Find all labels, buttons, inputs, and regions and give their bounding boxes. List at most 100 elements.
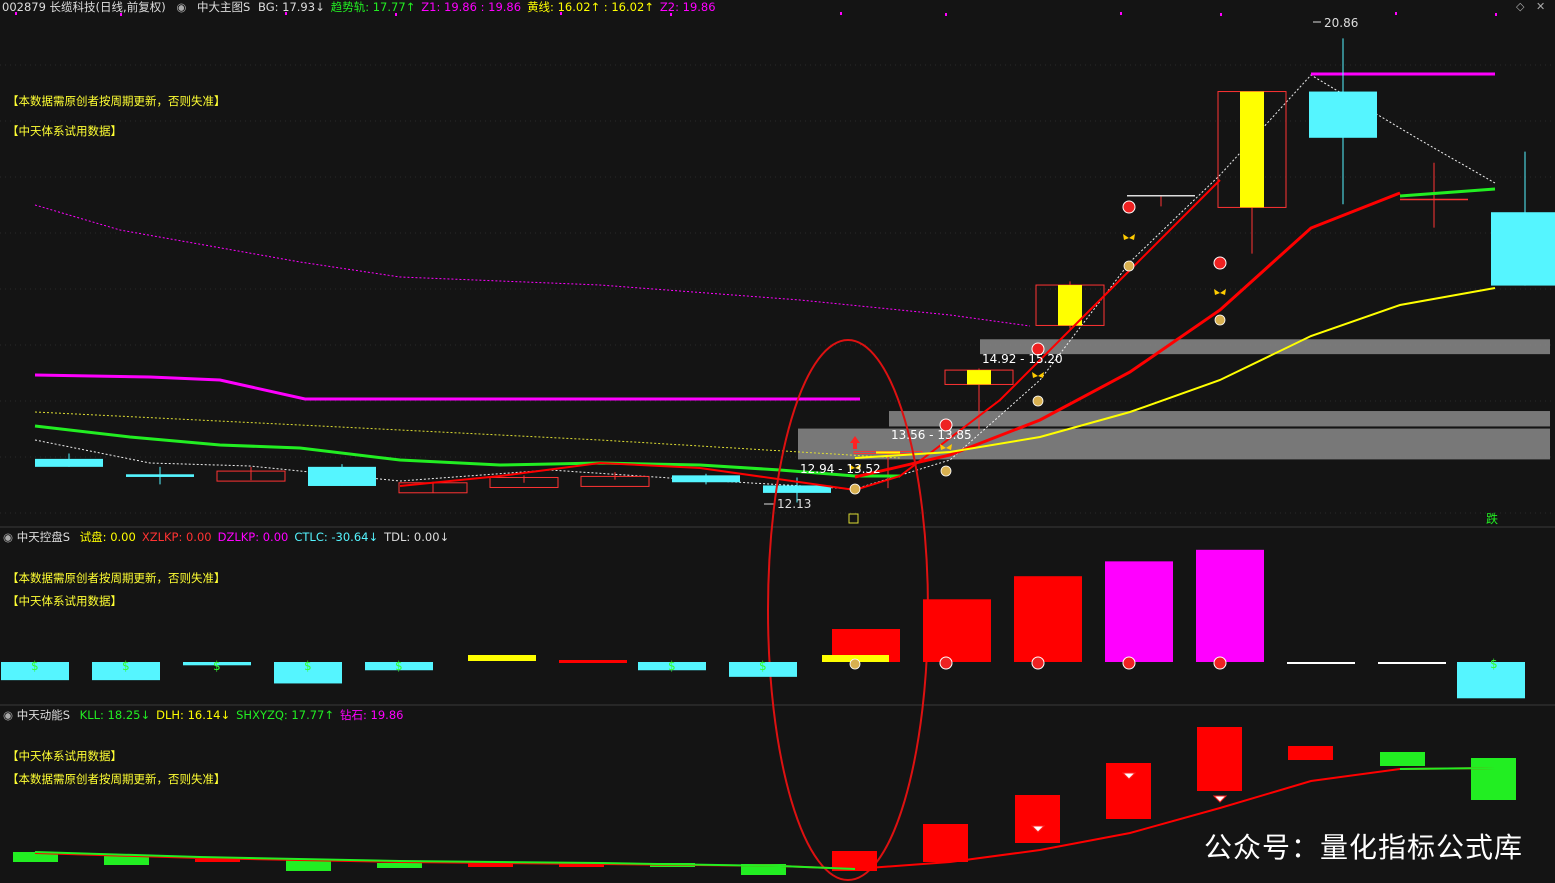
panel2-params: 试盘: 0.00 XZLKP: 0.00 DZLKP: 0.00 CTLC: -30.…: [80, 530, 455, 544]
top-marker: [1495, 13, 1497, 16]
panel3-params: KLL: 18.25↓ DLH: 16.14↓ SHXYZQ: 17.77↑ 钻石: …: [80, 708, 410, 722]
butterfly-icon: [1214, 289, 1226, 295]
red-ball-icon: [1031, 656, 1045, 670]
low-price-label: 12.13: [777, 497, 811, 511]
candle-body: [1309, 91, 1377, 138]
control-bar: [468, 655, 536, 661]
zone3-label: 12.94 - 13.52: [800, 462, 881, 476]
square-marker-icon: [848, 513, 859, 524]
high-price-label: 20.86: [1324, 16, 1358, 30]
dollar-icon: $: [668, 659, 676, 673]
panel2-note-1: 【本数据需原创者按周期更新，否则失准】: [7, 571, 226, 585]
momentum-bar: [923, 824, 968, 862]
panel2-collapse-icon[interactable]: ◉: [3, 530, 17, 544]
top-marker: [1220, 13, 1222, 16]
red-ball-icon: [1122, 200, 1136, 214]
control-bar: [1196, 549, 1264, 662]
param-value: TDL: 0.00↓: [384, 530, 450, 544]
control-bar: [559, 660, 627, 663]
panel3-title: 中天动能S: [16, 708, 71, 722]
collapse-icon[interactable]: ◉: [176, 0, 186, 14]
param-value: SHXYZQ: 17.77↑: [236, 708, 334, 722]
dollar-icon: $: [31, 659, 39, 673]
red-ball-icon: [1213, 256, 1227, 270]
money-bag-icon: [1032, 395, 1044, 407]
momentum-bar: [1380, 752, 1425, 766]
dollar-icon: $: [122, 659, 130, 673]
red-ball-icon: [1122, 656, 1136, 670]
momentum-green-line-right: [1399, 767, 1496, 770]
panel2-header: ◉ 中天控盘S 试盘: 0.00 XZLKP: 0.00 DZLKP: 0.00 CT…: [3, 529, 455, 545]
param-value: 钻石: 19.86: [340, 708, 404, 722]
dollar-icon: $: [395, 659, 403, 673]
control-bar: [1014, 576, 1082, 662]
dollar-icon: $: [759, 659, 767, 673]
panel3-header: ◉ 中天动能S KLL: 18.25↓ DLH: 16.14↓ SHXYZQ: 17…: [3, 707, 409, 723]
watermark: 公众号：量化指标公式库: [1204, 831, 1524, 864]
control-bar: [1105, 561, 1173, 662]
red-ball-icon: [1213, 656, 1227, 670]
z1-dotted-line: [34, 204, 1031, 327]
support-zone: [889, 411, 1550, 427]
candle-body: [126, 474, 194, 477]
momentum-bar: [1015, 795, 1060, 843]
param-value: 试盘: 0.00: [79, 530, 136, 544]
money-bag-icon: [940, 465, 952, 477]
top-marker: [945, 13, 947, 16]
main-indicator-header: 002879 长缆科技(日线,前复权) ◉ 中大主图S BG: 17.93↓ 趋势…: [2, 0, 729, 14]
close-icon[interactable]: ✕: [1536, 0, 1545, 13]
butterfly-icon: [1123, 234, 1135, 240]
control-bar: [1287, 662, 1355, 664]
chart-window: 20.86 12.13 14.92 - 15.20 13.56 - 13.85 12.9…: [0, 0, 1555, 883]
candle-core: [1058, 285, 1082, 326]
candle-core: [967, 370, 991, 385]
param-value: XZLKP: 0.00: [141, 530, 212, 544]
diamond-icon: [1212, 795, 1228, 803]
momentum-bar: [1106, 763, 1151, 819]
diamond-icon[interactable]: ◇: [1516, 0, 1524, 13]
candle-core: [876, 451, 900, 454]
main-note-1: 【本数据需原创者按周期更新，否则失准】: [7, 94, 226, 108]
top-marker: [840, 12, 842, 15]
candle-body: [672, 475, 740, 483]
panel2-note-2: 【中天体系试用数据】: [7, 594, 122, 608]
main-note-2: 【中天体系试用数据】: [7, 124, 122, 138]
param-value: DLH: 16.14↓: [156, 708, 231, 722]
param-value: DZLKP: 0.00: [217, 530, 289, 544]
candle-body: [35, 458, 103, 467]
top-marker: [1395, 12, 1397, 15]
money-bag-icon: [849, 658, 861, 670]
param-value: Z1: 19.86 : 19.86: [421, 0, 522, 14]
money-bag-icon: [849, 483, 861, 495]
dollar-icon: $: [213, 659, 221, 673]
panel3-note-1: 【中天体系试用数据】: [7, 749, 122, 763]
param-value: 黄线: 16.02↑ : 16.02↑: [527, 0, 654, 14]
param-value: KLL: 18.25↓: [79, 708, 151, 722]
red-ball-icon: [939, 656, 953, 670]
top-marker: [1120, 12, 1122, 15]
main-indicator-name: 中大主图S: [197, 0, 251, 14]
control-bar: [923, 599, 991, 662]
zone1-label: 14.92 - 15.20: [982, 352, 1063, 366]
white-dotted-line: [34, 74, 1496, 490]
money-bag-icon: [1214, 314, 1226, 326]
money-bag-icon: [1123, 260, 1135, 272]
param-value: BG: 17.93↓: [258, 0, 325, 14]
momentum-bar: [1197, 727, 1242, 791]
chart-canvas[interactable]: 20.86 12.13 14.92 - 15.20 13.56 - 13.85 12.9…: [0, 0, 1555, 883]
fall-mark-label: 跌: [1486, 511, 1498, 526]
main-params: BG: 17.93↓ 趋势轨: 17.77↑ Z1: 19.86 : 19.86 黄线…: [258, 0, 722, 14]
candle-core: [1240, 91, 1264, 208]
momentum-bar: [1288, 746, 1333, 760]
green-trend-line-right: [1399, 187, 1496, 198]
panel3-collapse-icon[interactable]: ◉: [3, 708, 17, 722]
panel2-title: 中天控盘S: [16, 530, 71, 544]
zone2-label: 13.56 - 13.85: [891, 428, 972, 442]
magenta-trend-line: [34, 373, 860, 401]
control-bar: [1378, 662, 1446, 664]
param-value: Z2: 19.86: [659, 0, 716, 14]
candle-body: [1491, 212, 1555, 286]
yellow-dotted-line: [34, 411, 901, 459]
dollar-icon: $: [1490, 657, 1498, 671]
dollar-icon: $: [304, 659, 312, 673]
